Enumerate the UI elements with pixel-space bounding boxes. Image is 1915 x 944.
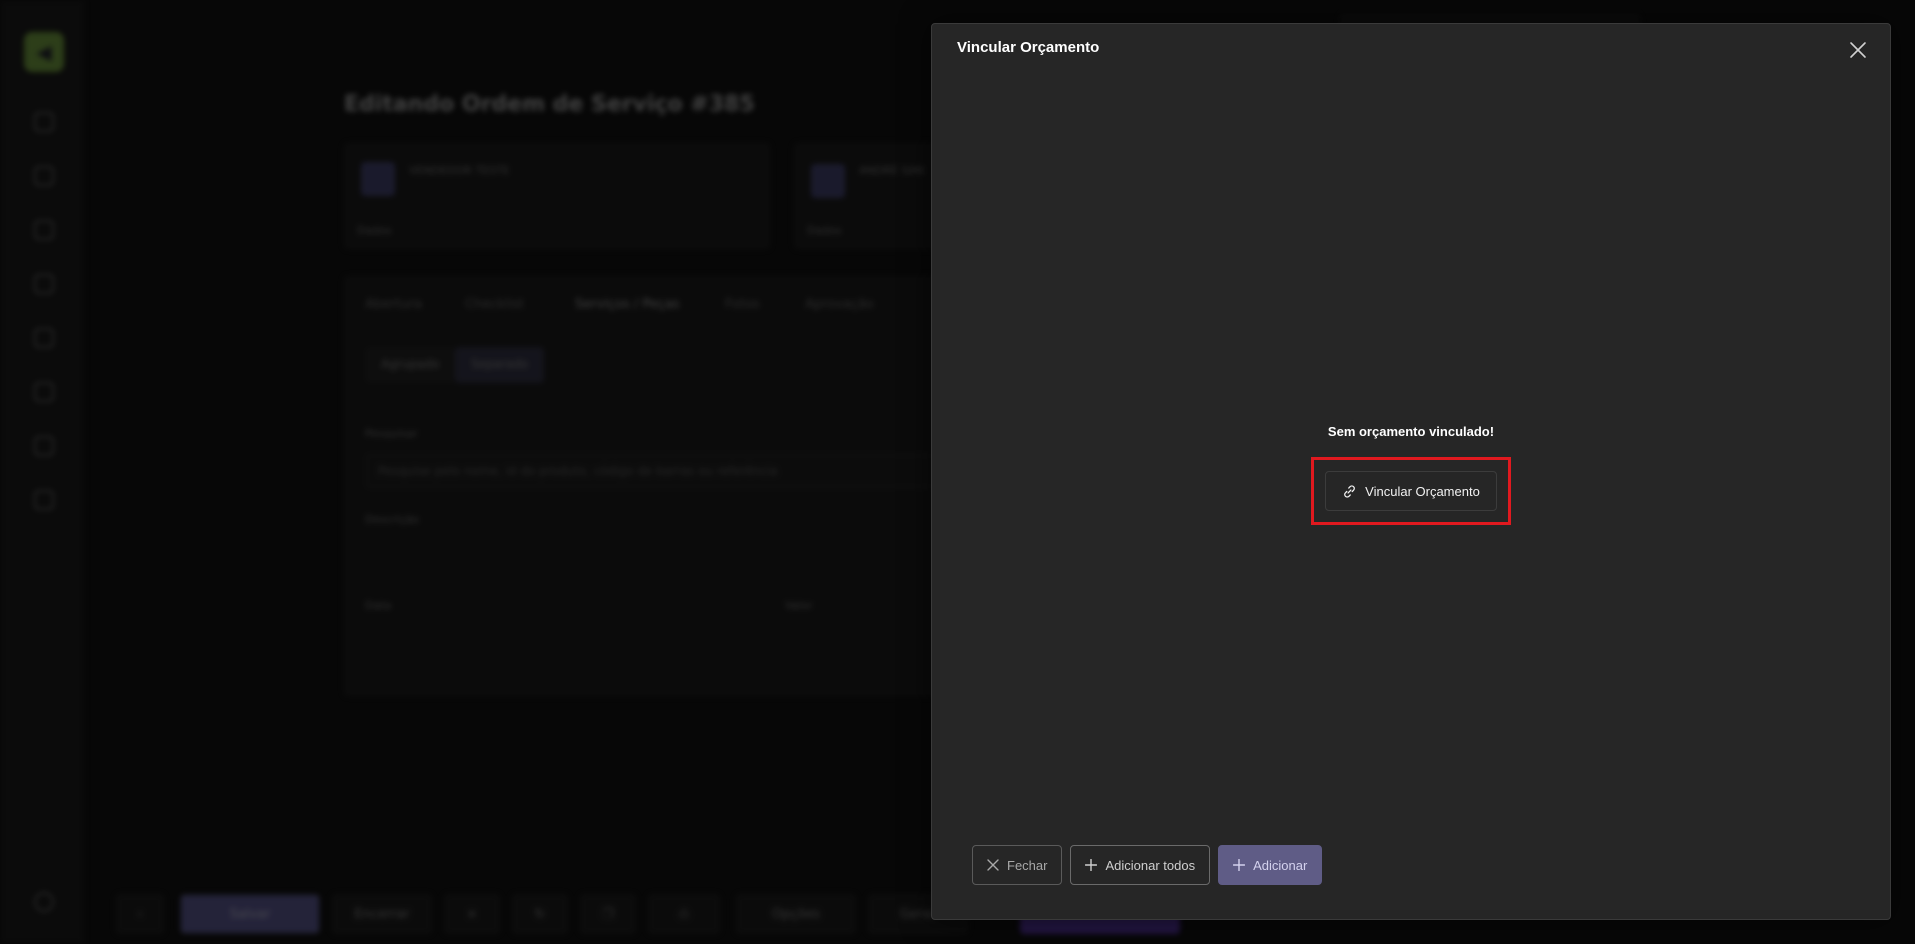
link-budget-modal: Vincular Orçamento Sem orçamento vincula…	[931, 23, 1891, 920]
add-all-button[interactable]: Adicionar todos	[1070, 845, 1211, 885]
close-button[interactable]	[1844, 36, 1872, 64]
add-label: Adicionar	[1253, 857, 1308, 873]
link-budget-button-label: Vincular Orçamento	[1365, 483, 1480, 499]
link-budget-button[interactable]: Vincular Orçamento	[1325, 471, 1497, 511]
plus-icon	[1233, 859, 1246, 871]
modal-title: Vincular Orçamento	[957, 39, 1100, 56]
add-all-label: Adicionar todos	[1105, 857, 1196, 873]
footer-close-button[interactable]: Fechar	[972, 845, 1063, 885]
add-button[interactable]: Adicionar	[1218, 845, 1323, 885]
modal-footer: Fechar Adicionar todos Adicionar	[972, 845, 1323, 885]
close-icon	[1850, 42, 1866, 58]
link-icon	[1344, 484, 1355, 498]
highlight-box: Vincular Orçamento	[1311, 457, 1511, 525]
close-icon	[987, 859, 999, 871]
empty-message: Sem orçamento vinculado!	[1327, 424, 1495, 439]
plus-icon	[1085, 859, 1098, 871]
empty-state: Sem orçamento vinculado! Vincular Orçame…	[932, 424, 1890, 525]
footer-close-label: Fechar	[1007, 857, 1048, 873]
